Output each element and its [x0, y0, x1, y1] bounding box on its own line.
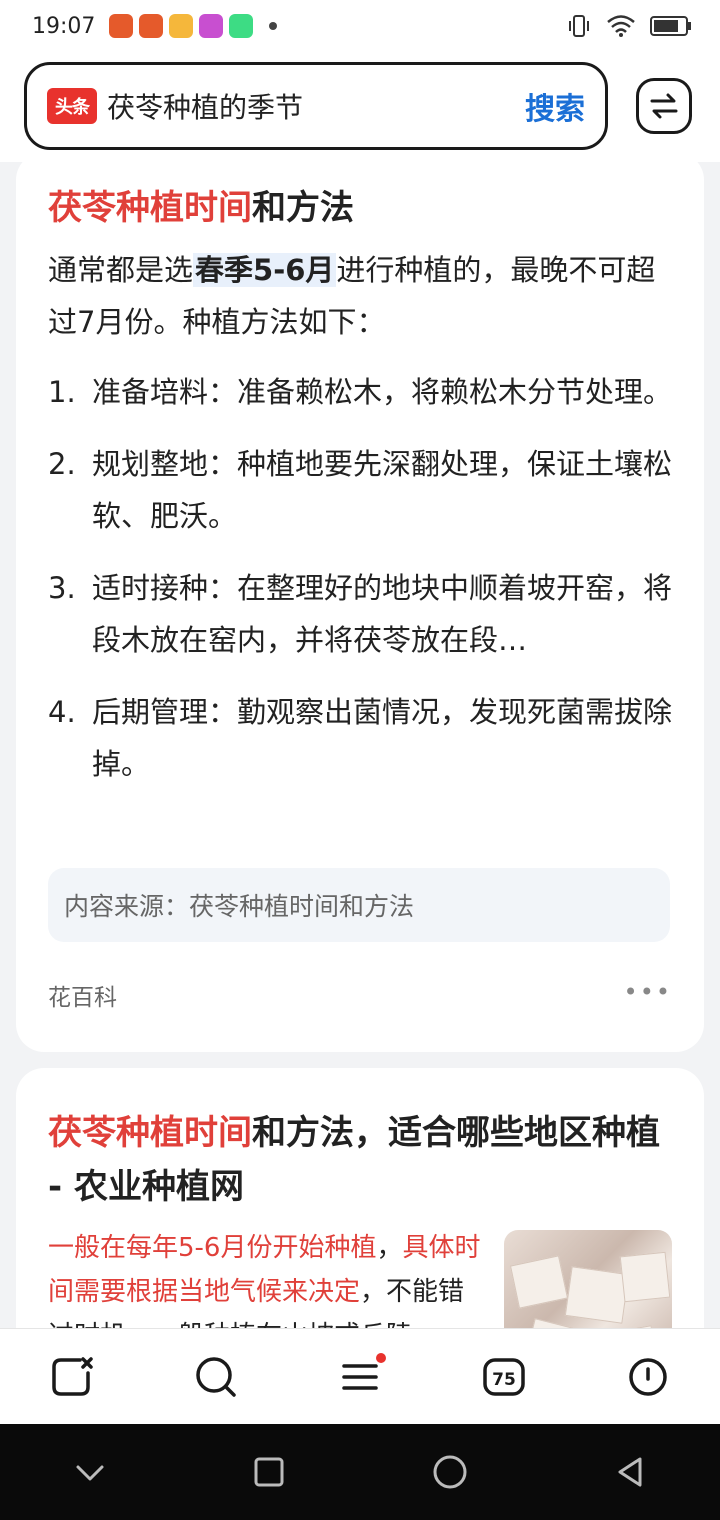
list-item: 1. 准备培料：准备赖松木，将赖松木分节处理。 [48, 375, 673, 409]
chevron-down-icon[interactable] [73, 1455, 107, 1489]
content-source-link[interactable]: 内容来源：茯苓种植时间和方法 [48, 868, 670, 942]
system-navigation-bar [0, 1424, 720, 1520]
android-icon [229, 14, 254, 38]
search-header: 头条 茯苓种植的季节 搜索 [0, 52, 720, 162]
tabs-button[interactable]: 75 [474, 1347, 534, 1407]
status-time: 19:07 [32, 13, 96, 39]
result-card-article[interactable]: 茯苓种植时间和方法，适合哪些地区种植 - 农业种植网 一般在每年5-6月份开始种… [16, 1068, 704, 1328]
search-input[interactable]: 茯苓种植的季节 [107, 86, 303, 126]
toutiao-logo: 头条 [47, 88, 97, 124]
result-title[interactable]: 茯苓种植时间和方法 [48, 180, 354, 229]
browser-bottom-nav: 75 [0, 1328, 720, 1424]
camera-app-icon [199, 14, 224, 38]
result-title[interactable]: 茯苓种植时间和方法，适合哪些地区种植 - 农业种植网 [48, 1106, 678, 1214]
source-author[interactable]: 花百科 [48, 978, 117, 1012]
close-page-icon [52, 1356, 93, 1396]
back-icon[interactable] [614, 1455, 648, 1489]
result-card-summary[interactable]: 茯苓种植时间和方法 通常都是选春季5-6月进行种植的，最晚不可超过7月份。种植方… [16, 162, 704, 1052]
mini-program-icon [629, 1357, 667, 1396]
search-results: 茯苓种植时间和方法 通常都是选春季5-6月进行种植的，最晚不可超过7月份。种植方… [0, 162, 720, 1328]
result-intro: 通常都是选春季5-6月进行种植的，最晚不可超过7月份。种植方法如下： [48, 253, 656, 339]
status-bar: 19:07 [0, 0, 720, 52]
battery-icon [650, 16, 691, 36]
system-status-icons [566, 13, 692, 39]
result-snippet: 一般在每年5-6月份开始种植，具体时间需要根据当地气候来决定，不能错过时机，一般… [48, 1233, 481, 1328]
search-button[interactable]: 搜索 [525, 84, 585, 128]
switch-engine-button[interactable] [636, 78, 692, 134]
notification-dot [376, 1352, 386, 1363]
swap-arrows-icon [650, 93, 678, 119]
search-icon [196, 1356, 236, 1397]
search-nav-button[interactable] [186, 1347, 246, 1407]
tabs-count: 75 [492, 1370, 516, 1390]
app-badge-icon [139, 14, 164, 38]
more-notifications-icon [269, 22, 278, 30]
more-options-icon[interactable]: ••• [624, 978, 672, 1006]
tabs-icon: 75 [483, 1357, 525, 1396]
wifi-icon [607, 15, 635, 37]
mini-program-button[interactable] [618, 1347, 678, 1407]
notification-icons [109, 14, 278, 38]
list-item: 4. 后期管理：勤观察出菌情况，发现死菌需拔除掉。 [48, 695, 673, 781]
weather-icon [169, 14, 194, 38]
recent-apps-icon[interactable] [252, 1455, 286, 1489]
app-badge-icon [109, 14, 134, 38]
vibrate-icon [569, 15, 589, 37]
menu-icon [342, 1363, 378, 1390]
home-icon[interactable] [431, 1453, 469, 1491]
steps-list: 1. 准备培料：准备赖松木，将赖松木分节处理。 2. 规划整地：种植地要先深翻处… [48, 366, 678, 810]
result-thumbnail[interactable] [504, 1230, 672, 1328]
highlighted-answer: 春季5-6月 [193, 253, 337, 287]
menu-button[interactable] [330, 1347, 390, 1407]
list-item: 3. 适时接种：在整理好的地块中顺着坡开窑，将段木放在窑内，并将茯苓放在段… [48, 571, 673, 657]
search-box[interactable]: 头条 茯苓种植的季节 搜索 [24, 62, 608, 150]
list-item: 2. 规划整地：种植地要先深翻处理，保证土壤松软、肥沃。 [48, 447, 673, 533]
close-page-button[interactable] [42, 1347, 102, 1407]
